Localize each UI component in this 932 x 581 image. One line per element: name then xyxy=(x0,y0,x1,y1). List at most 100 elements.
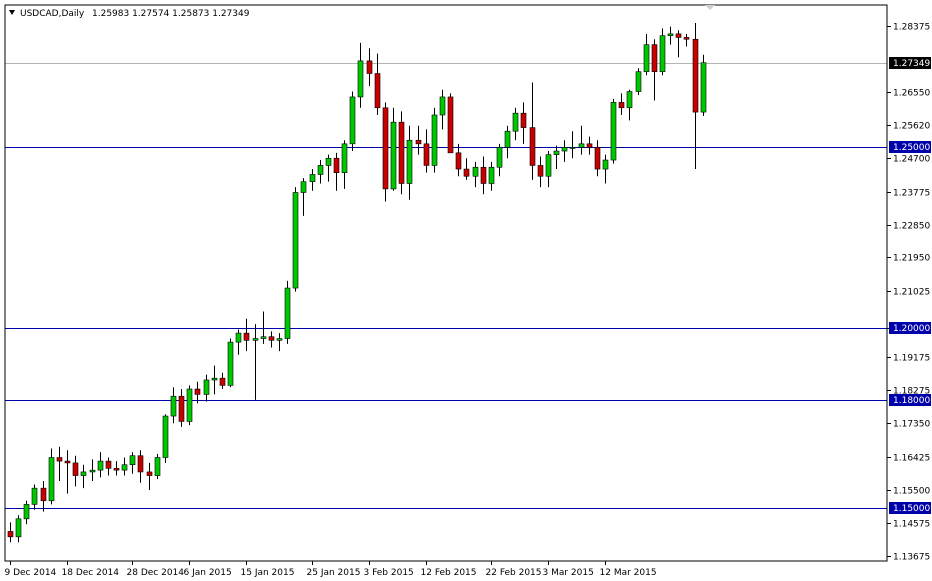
bear-candle-body xyxy=(382,107,389,190)
bear-candle-body xyxy=(398,121,405,184)
bear-candle-body xyxy=(463,168,470,177)
time-tick-label: 18 Dec 2014 xyxy=(62,568,120,578)
price-tick-label: 1.24700 xyxy=(893,155,930,165)
time-tick-label: 3 Feb 2015 xyxy=(364,568,414,578)
time-tick-label: 28 Dec 2014 xyxy=(127,568,185,578)
bull-candle-body xyxy=(129,455,136,466)
bull-candle-body xyxy=(504,130,511,148)
bull-candle-body xyxy=(472,166,479,177)
price-tick-label: 1.21950 xyxy=(893,254,930,264)
level-price-label: 1.25000 xyxy=(893,143,930,153)
chart-symbol-title: USDCAD,Daily xyxy=(20,9,85,19)
level-price-label: 1.20000 xyxy=(893,324,930,334)
level-price-label: 1.15000 xyxy=(893,504,930,514)
bull-candle-body xyxy=(569,147,576,149)
bear-candle-body xyxy=(529,127,536,166)
price-tick-label: 1.22850 xyxy=(893,222,930,232)
bull-candle-body xyxy=(578,143,585,148)
time-tick-label: 15 Jan 2015 xyxy=(241,568,295,578)
bull-candle-body xyxy=(170,395,177,417)
bear-candle-body xyxy=(683,37,690,40)
bear-candle-body xyxy=(333,157,340,173)
bull-candle-body xyxy=(512,112,519,132)
chart-ohlc-readout: 1.25983 1.27574 1.25873 1.27349 xyxy=(92,9,250,19)
bull-candle-body xyxy=(211,377,218,381)
bull-candle-body xyxy=(667,33,674,36)
bear-candle-body xyxy=(374,73,381,109)
bull-candle-body xyxy=(252,338,259,341)
bull-candle-body xyxy=(349,96,356,145)
bear-candle-body xyxy=(113,468,120,471)
bull-candle-body xyxy=(186,388,193,422)
bull-candle-body xyxy=(357,60,364,98)
bull-candle-body xyxy=(635,71,642,92)
time-tick-label: 9 Dec 2014 xyxy=(5,568,57,578)
bull-candle-body xyxy=(235,332,242,343)
bull-candle-body xyxy=(561,147,568,152)
price-tick-label: 1.13675 xyxy=(893,553,930,563)
bear-candle-body xyxy=(366,60,373,74)
bull-candle-body xyxy=(31,487,38,505)
bull-candle-body xyxy=(284,287,291,339)
price-tick-label: 1.21025 xyxy=(893,288,930,298)
bull-candle-body xyxy=(121,464,128,471)
price-tick-label: 1.17350 xyxy=(893,420,930,430)
bear-candle-body xyxy=(137,455,144,473)
bear-candle-body xyxy=(105,460,112,469)
level-price-label: 1.18000 xyxy=(893,396,930,406)
bull-candle-body xyxy=(390,121,397,190)
candlestick-chart: 1.28375 1.26550 1.25620 1.24700 1.23775 1.228… xyxy=(0,0,932,581)
bull-candle-body xyxy=(496,147,503,168)
bull-candle-body xyxy=(341,143,348,173)
time-tick-label: 6 Jan 2015 xyxy=(184,568,232,578)
current-price-label: 1.27349 xyxy=(893,59,930,69)
bear-candle-body xyxy=(586,143,593,148)
price-tick-label: 1.26550 xyxy=(893,89,930,99)
price-tick-label: 1.16425 xyxy=(893,454,930,464)
price-tick-label: 1.28375 xyxy=(893,23,930,33)
bull-candle-body xyxy=(300,181,307,193)
bear-candle-body xyxy=(194,388,201,395)
bear-candle-body xyxy=(219,377,226,386)
bull-candle-body xyxy=(659,35,666,73)
bear-candle-body xyxy=(72,462,79,476)
bull-candle-body xyxy=(97,460,104,471)
bull-candle-body xyxy=(431,114,438,166)
bull-candle-body xyxy=(643,44,650,73)
bull-candle-body xyxy=(406,139,413,184)
chart-background xyxy=(0,0,932,581)
bear-candle-body xyxy=(178,395,185,422)
bear-candle-body xyxy=(447,96,454,154)
time-tick-label: 3 Mar 2015 xyxy=(543,568,594,578)
bull-candle-body xyxy=(292,192,299,289)
bear-candle-body xyxy=(146,471,153,476)
bear-candle-body xyxy=(243,332,250,341)
price-tick-label: 1.14575 xyxy=(893,520,930,530)
bull-candle-body xyxy=(545,154,552,177)
bear-candle-body xyxy=(268,336,275,341)
price-tick-label: 1.19175 xyxy=(893,354,930,364)
bull-candle-body xyxy=(553,150,560,155)
bear-candle-body xyxy=(618,102,625,109)
bear-candle-body xyxy=(692,38,699,113)
bear-candle-body xyxy=(480,166,487,184)
bull-candle-body xyxy=(325,157,332,166)
bear-candle-body xyxy=(56,457,63,462)
bull-candle-body xyxy=(439,96,446,116)
bull-candle-body xyxy=(154,457,161,476)
bull-candle-body xyxy=(260,336,267,339)
bear-candle-body xyxy=(40,487,47,502)
bear-candle-body xyxy=(423,143,430,166)
bull-candle-body xyxy=(80,471,87,476)
bull-candle-body xyxy=(317,165,324,175)
bear-candle-body xyxy=(455,152,462,170)
price-tick-label: 1.25620 xyxy=(893,122,930,132)
time-tick-label: 12 Feb 2015 xyxy=(421,568,477,578)
bear-candle-body xyxy=(537,165,544,177)
bear-candle-body xyxy=(675,33,682,38)
bear-candle-body xyxy=(64,460,71,464)
time-tick-label: 12 Mar 2015 xyxy=(600,568,657,578)
bull-candle-body xyxy=(602,159,609,170)
bull-candle-body xyxy=(162,415,169,458)
bull-candle-body xyxy=(203,379,210,395)
